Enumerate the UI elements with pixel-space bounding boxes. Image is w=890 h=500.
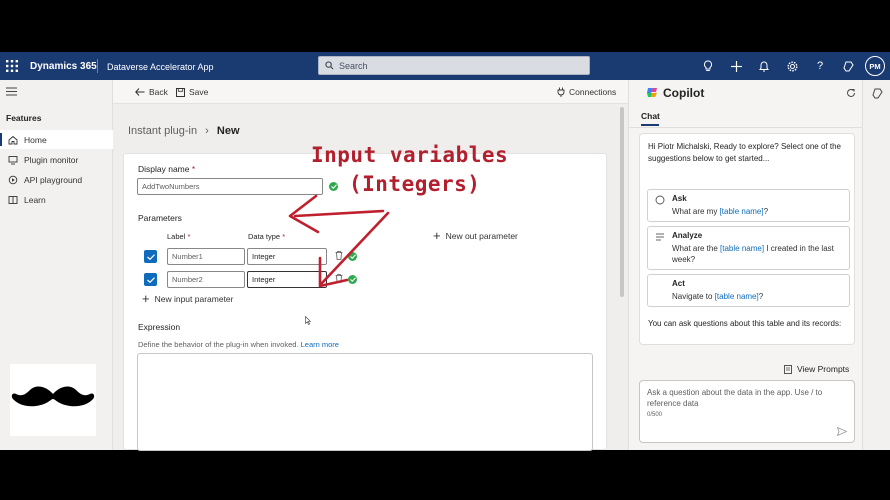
arrow-to-parameters [293, 209, 385, 218]
active-tab-indicator [641, 124, 659, 126]
copilot-title: Copilot [663, 86, 705, 100]
tab-chat[interactable]: Chat [641, 111, 660, 121]
suggestion-title: Ask [672, 194, 687, 203]
copilot-footer-text: You can ask questions about this table a… [648, 319, 842, 328]
document-icon [784, 364, 792, 374]
copilot-panel: Copilot Chat Hi Piotr Michalski, Ready t… [628, 80, 863, 450]
character-count: 0/500 [647, 412, 663, 418]
suggestion-title: Act [672, 279, 685, 288]
mustache-logo [10, 364, 96, 436]
chat-input-placeholder: Ask a question about the data in the app… [647, 388, 823, 408]
copilot-chat-input[interactable]: Ask a question about the data in the app… [639, 380, 855, 443]
refresh-icon[interactable] [846, 88, 856, 100]
suggestion-analyze[interactable]: Analyze What are the [table name] I crea… [647, 226, 850, 270]
right-rail [862, 80, 890, 450]
greeting-message: Hi Piotr Michalski, Ready to explore? Se… [648, 142, 841, 163]
chat-panel: Hi Piotr Michalski, Ready to explore? Se… [639, 133, 855, 345]
copilot-rail-icon[interactable] [872, 88, 883, 101]
send-icon[interactable] [837, 427, 847, 436]
copilot-logo-icon [647, 88, 657, 97]
suggestion-text: What are the [table name] I created in t… [672, 244, 834, 264]
view-prompts-button[interactable]: View Prompts [784, 364, 849, 374]
suggestion-ask[interactable]: Ask What are my [table name]? [647, 189, 850, 222]
copilot-divider [629, 127, 863, 128]
suggestion-text: What are my [table name]? [672, 207, 769, 216]
suggestion-act[interactable]: Act Navigate to [table name]? [647, 274, 850, 307]
arrow-to-datatype [320, 211, 390, 285]
list-icon [656, 233, 664, 241]
suggestion-text: Navigate to [table name]? [672, 292, 764, 301]
chat-bubble-icon [655, 195, 665, 205]
view-prompts-label: View Prompts [797, 364, 850, 374]
suggestion-title: Analyze [672, 231, 703, 240]
